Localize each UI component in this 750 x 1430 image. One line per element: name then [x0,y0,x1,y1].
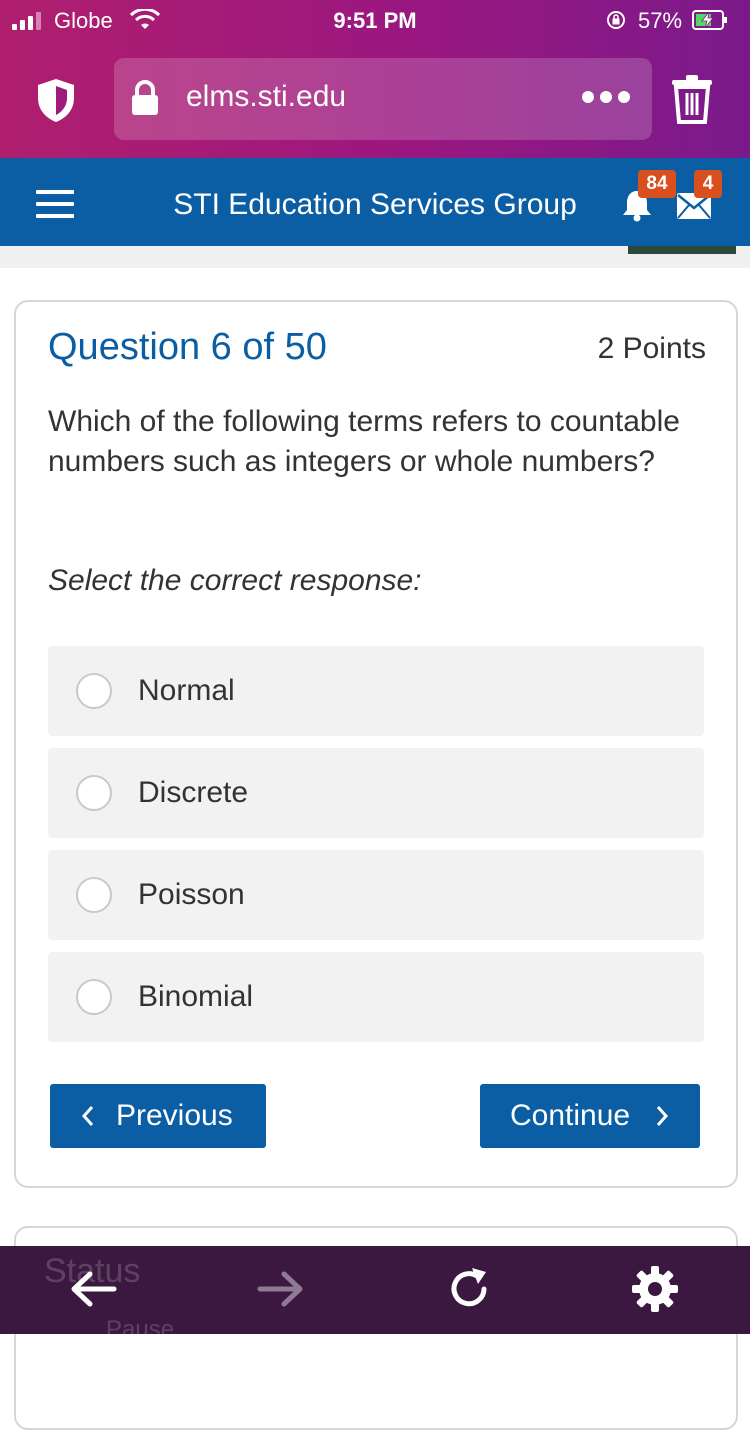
url-bar[interactable]: elms.sti.edu [114,58,652,140]
answer-label: Poisson [138,878,245,911]
chevron-left-icon [82,1106,94,1126]
menu-icon[interactable] [36,190,74,218]
radio-button[interactable] [76,775,112,811]
forward-arrow-icon[interactable] [256,1264,306,1314]
shield-icon[interactable] [32,76,80,124]
site-title: STI Education Services Group [173,188,577,221]
settings-icon[interactable] [630,1264,680,1314]
question-instruction: Select the correct response: [48,564,422,597]
question-text: Which of the following terms refers to c… [48,405,680,478]
url-text[interactable]: elms.sti.edu [186,80,346,114]
battery-charging-icon [692,10,727,30]
question-card: Question 6 of 50 2 Points Which of the f… [14,300,738,1188]
more-icon[interactable] [580,84,632,110]
question-title: Question 6 of 50 [48,326,327,368]
answer-option[interactable]: Normal [48,646,704,736]
question-points: 2 Points [597,332,706,365]
battery-percent: 57% [638,8,683,33]
message-badge[interactable]: 4 [694,170,722,198]
pause-label: Pause [106,1316,175,1343]
radio-button[interactable] [76,877,112,913]
continue-label: Continue [510,1099,631,1132]
radio-button[interactable] [76,673,112,709]
answer-option[interactable]: Binomial [48,952,704,1042]
continue-button[interactable]: Continue [480,1084,700,1148]
reload-icon[interactable] [444,1264,494,1314]
previous-label: Previous [116,1099,233,1132]
chevron-right-icon [656,1106,668,1126]
trash-icon[interactable] [670,74,714,124]
answer-label: Binomial [138,980,254,1013]
rotation-lock-icon [607,11,625,29]
answer-option[interactable]: Poisson [48,850,704,940]
radio-button[interactable] [76,979,112,1015]
answer-label: Discrete [138,776,249,809]
notification-badge[interactable]: 84 [638,170,676,198]
browser-chrome: Globe 9:51 PM 57% elms.sti.edu [0,0,750,158]
site-header: STI Education Services Group 84 4 [0,158,750,246]
back-arrow-icon[interactable] [68,1264,118,1314]
answer-label: Normal [138,674,235,707]
status-bar: Globe 9:51 PM 57% [0,0,750,42]
lock-icon [132,80,158,115]
previous-button[interactable]: Previous [50,1084,266,1148]
answer-option[interactable]: Discrete [48,748,704,838]
